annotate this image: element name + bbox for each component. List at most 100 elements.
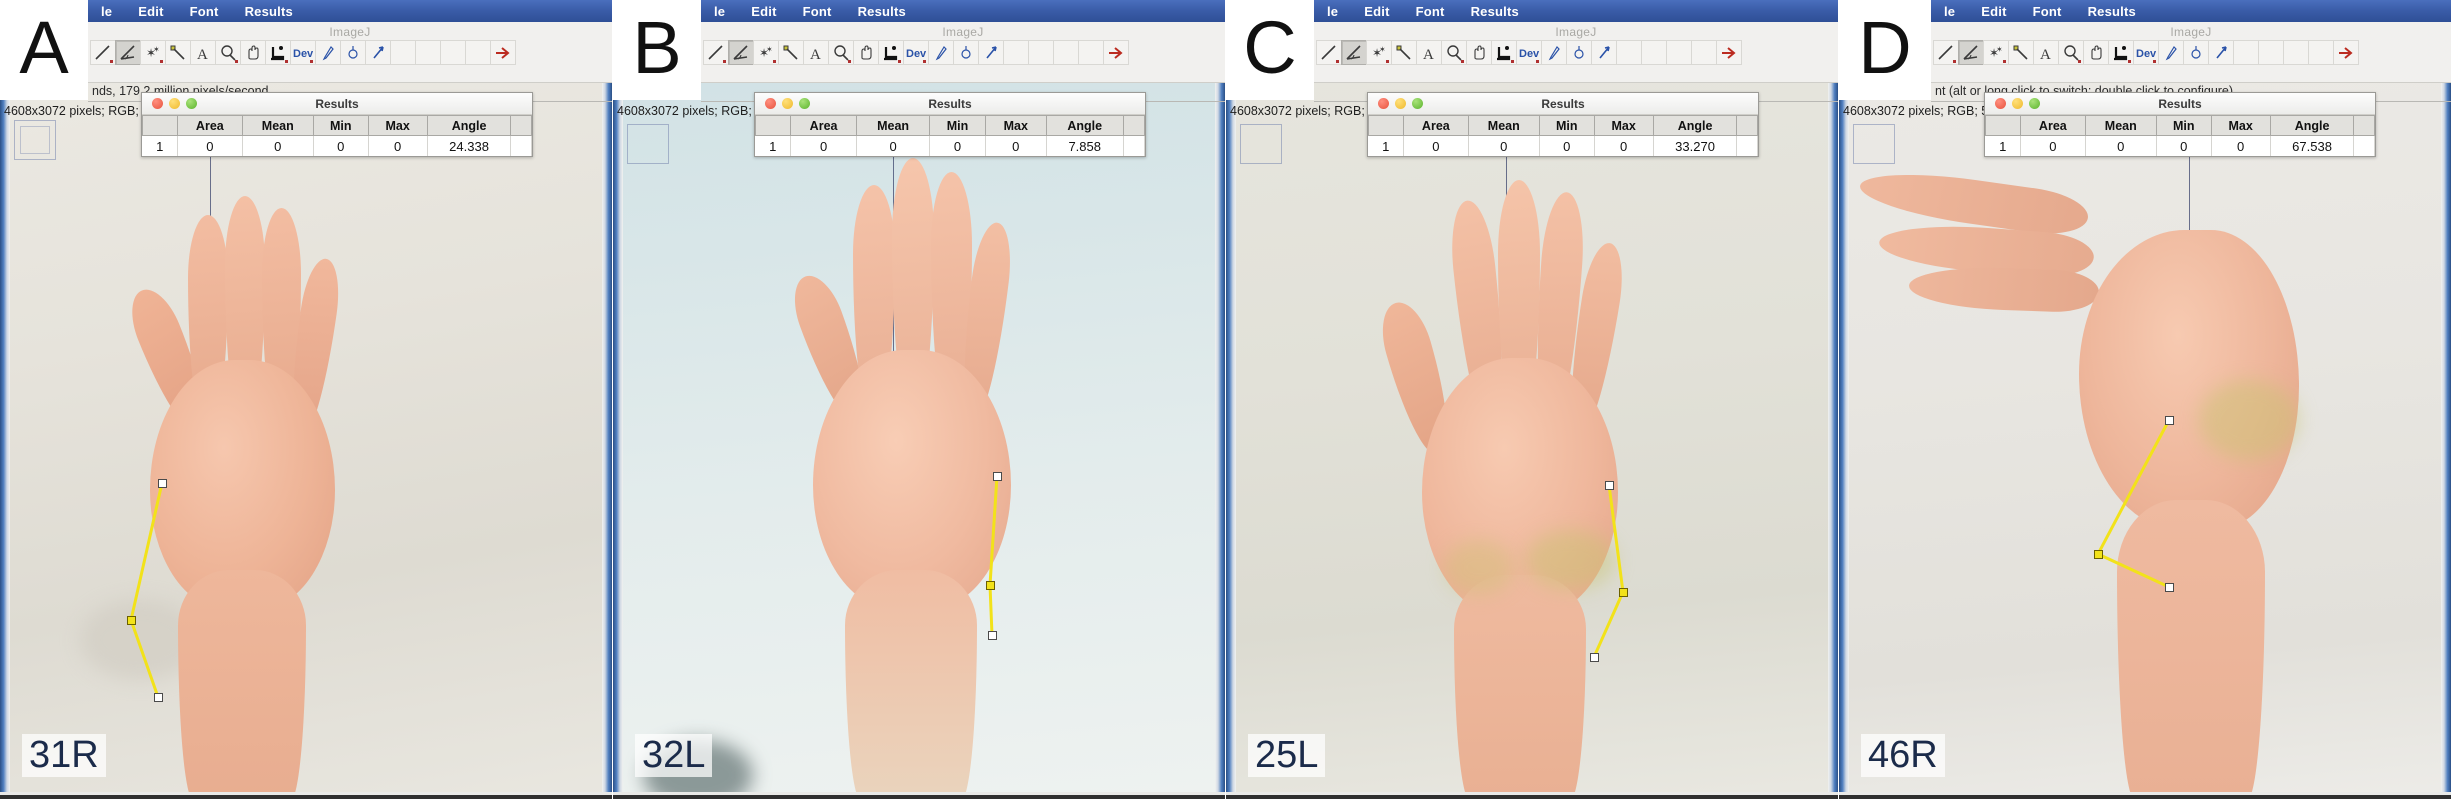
magnifier-tool[interactable] [2058, 40, 2084, 65]
menu-item-font[interactable]: Font [177, 4, 232, 19]
dev-tool[interactable]: Dev [1516, 40, 1542, 65]
spare-tool-2[interactable] [2258, 40, 2284, 65]
menu-item-results[interactable]: Results [232, 4, 306, 19]
dropper-tool[interactable] [2108, 40, 2134, 65]
menu-item-font[interactable]: Font [2020, 4, 2075, 19]
text-tool[interactable]: A [2033, 40, 2059, 65]
menu-item-results[interactable]: Results [2075, 4, 2149, 19]
spare-tool-3[interactable] [2283, 40, 2309, 65]
measure-handle-1[interactable] [2165, 416, 2174, 425]
magnifier-tool[interactable] [215, 40, 241, 65]
brush-tool[interactable] [928, 40, 954, 65]
spare-tool-3[interactable] [440, 40, 466, 65]
wand-tool[interactable]: ✶ ✶ [1983, 40, 2009, 65]
dropper-tool[interactable] [265, 40, 291, 65]
text-tool[interactable]: A [1416, 40, 1442, 65]
arrow-tool[interactable] [2208, 40, 2234, 65]
measure-handle-2[interactable] [2165, 583, 2174, 592]
results-titlebar[interactable]: Results [1985, 93, 2375, 115]
spare-tool-4[interactable] [2308, 40, 2334, 65]
brush-tool[interactable] [315, 40, 341, 65]
measure-handle-2[interactable] [988, 631, 997, 640]
angle-tool[interactable] [1341, 40, 1367, 65]
measure-handle-2[interactable] [1590, 653, 1599, 662]
menu-item-results[interactable]: Results [845, 4, 919, 19]
menu-item-file[interactable]: le [88, 4, 125, 19]
menu-item-file[interactable]: le [1931, 4, 1968, 19]
measure-handle-1[interactable] [993, 472, 1002, 481]
hand-tool[interactable] [1466, 40, 1492, 65]
measure-vertex-handle[interactable] [127, 616, 136, 625]
measure-vertex-handle[interactable] [2094, 550, 2103, 559]
line-tool[interactable] [1933, 40, 1959, 65]
magnifier-tool[interactable] [1441, 40, 1467, 65]
spare-tool-1[interactable] [1003, 40, 1029, 65]
dev-tool[interactable]: Dev [2133, 40, 2159, 65]
arrow-tool[interactable] [978, 40, 1004, 65]
measure-handle-2[interactable] [154, 693, 163, 702]
wand-tool[interactable]: ✶ ✶ [140, 40, 166, 65]
measure-vertex-handle[interactable] [1619, 588, 1628, 597]
menu-item-edit[interactable]: Edit [1351, 4, 1402, 19]
red-arrow-tool[interactable] [1716, 40, 1742, 65]
measure-vertex-handle[interactable] [986, 581, 995, 590]
text-tool[interactable]: A [190, 40, 216, 65]
point-tool[interactable] [2008, 40, 2034, 65]
angle-tool[interactable] [728, 40, 754, 65]
red-arrow-tool[interactable] [1103, 40, 1129, 65]
results-titlebar[interactable]: Results [1368, 93, 1758, 115]
spare-tool-3[interactable] [1053, 40, 1079, 65]
spare-tool-3[interactable] [1666, 40, 1692, 65]
angle-tool[interactable] [1958, 40, 1984, 65]
line-tool[interactable] [90, 40, 116, 65]
spare-tool-4[interactable] [1691, 40, 1717, 65]
spare-tool-1[interactable] [2233, 40, 2259, 65]
results-titlebar[interactable]: Results [142, 93, 532, 115]
red-arrow-tool[interactable] [2333, 40, 2359, 65]
stamp-tool[interactable] [953, 40, 979, 65]
spare-tool-4[interactable] [1078, 40, 1104, 65]
hand-tool[interactable] [240, 40, 266, 65]
results-titlebar[interactable]: Results [755, 93, 1145, 115]
stamp-tool[interactable] [1566, 40, 1592, 65]
measure-handle-1[interactable] [1605, 481, 1614, 490]
arrow-tool[interactable] [1591, 40, 1617, 65]
red-arrow-tool[interactable] [490, 40, 516, 65]
hand-tool[interactable] [853, 40, 879, 65]
menu-item-font[interactable]: Font [1403, 4, 1458, 19]
dropper-tool[interactable] [878, 40, 904, 65]
spare-tool-4[interactable] [465, 40, 491, 65]
point-tool[interactable] [165, 40, 191, 65]
point-tool[interactable] [1391, 40, 1417, 65]
menu-item-edit[interactable]: Edit [738, 4, 789, 19]
menu-item-edit[interactable]: Edit [125, 4, 176, 19]
spare-tool-1[interactable] [1616, 40, 1642, 65]
menu-item-font[interactable]: Font [790, 4, 845, 19]
stamp-tool[interactable] [2183, 40, 2209, 65]
text-tool[interactable]: A [803, 40, 829, 65]
dev-tool[interactable]: Dev [903, 40, 929, 65]
magnifier-tool[interactable] [828, 40, 854, 65]
spare-tool-2[interactable] [1028, 40, 1054, 65]
spare-tool-2[interactable] [1641, 40, 1667, 65]
menu-item-file[interactable]: le [1314, 4, 1351, 19]
spare-tool-1[interactable] [390, 40, 416, 65]
spare-tool-2[interactable] [415, 40, 441, 65]
wand-tool[interactable]: ✶ ✶ [753, 40, 779, 65]
dev-tool[interactable]: Dev [290, 40, 316, 65]
menu-item-file[interactable]: le [701, 4, 738, 19]
menu-item-results[interactable]: Results [1458, 4, 1532, 19]
hand-tool[interactable] [2083, 40, 2109, 65]
line-tool[interactable] [1316, 40, 1342, 65]
measure-handle-1[interactable] [158, 479, 167, 488]
menu-item-edit[interactable]: Edit [1968, 4, 2019, 19]
dropper-tool[interactable] [1491, 40, 1517, 65]
line-tool[interactable] [703, 40, 729, 65]
point-tool[interactable] [778, 40, 804, 65]
brush-tool[interactable] [1541, 40, 1567, 65]
arrow-tool[interactable] [365, 40, 391, 65]
stamp-tool[interactable] [340, 40, 366, 65]
brush-tool[interactable] [2158, 40, 2184, 65]
angle-tool[interactable] [115, 40, 141, 65]
wand-tool[interactable]: ✶ ✶ [1366, 40, 1392, 65]
